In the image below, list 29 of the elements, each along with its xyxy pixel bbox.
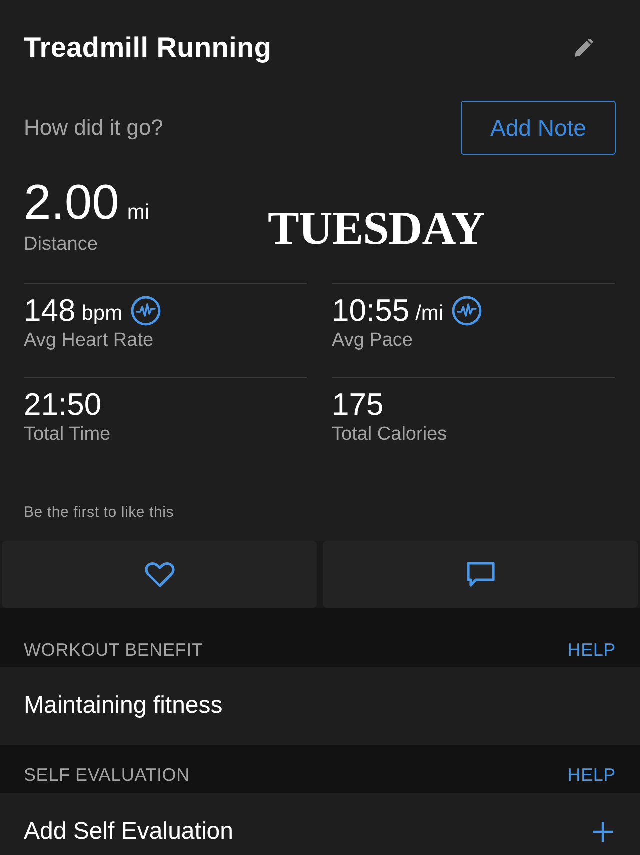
stat-value: 21:50: [24, 387, 102, 423]
pulse-icon[interactable]: [452, 296, 482, 326]
help-link[interactable]: HELP: [568, 765, 616, 785]
edit-icon[interactable]: [575, 39, 593, 57]
note-prompt: How did it go?: [24, 115, 164, 141]
stat-label: Total Calories: [332, 423, 448, 447]
distance-label: Distance: [24, 233, 98, 257]
section-title: SELF EVALUATION: [24, 765, 190, 785]
stat-value: 10:55: [332, 293, 410, 329]
stat-label: Avg Pace: [332, 329, 413, 353]
add-note-button[interactable]: Add Note: [461, 101, 616, 155]
plus-icon: [592, 821, 614, 843]
stat-unit: /mi: [416, 302, 444, 326]
distance-unit: mi: [127, 201, 150, 225]
heart-icon: [144, 562, 174, 588]
stat-label: Total Time: [24, 423, 111, 447]
stat-label: Avg Heart Rate: [24, 329, 154, 353]
overlay-caption: TUESDAY: [268, 206, 485, 252]
stat-value: 175: [332, 387, 384, 423]
likes-text: Be the first to like this: [24, 503, 174, 523]
workout-title: Treadmill Running: [24, 32, 272, 64]
stat-value: 148: [24, 293, 76, 329]
help-link[interactable]: HELP: [568, 640, 616, 660]
pulse-icon[interactable]: [130, 296, 161, 326]
distance-value: 2.00: [24, 179, 120, 227]
benefit-text: Maintaining fitness: [24, 692, 223, 720]
section-title: WORKOUT BENEFIT: [24, 640, 204, 660]
speech-bubble-icon: [466, 562, 494, 588]
stat-unit: bpm: [82, 302, 123, 326]
